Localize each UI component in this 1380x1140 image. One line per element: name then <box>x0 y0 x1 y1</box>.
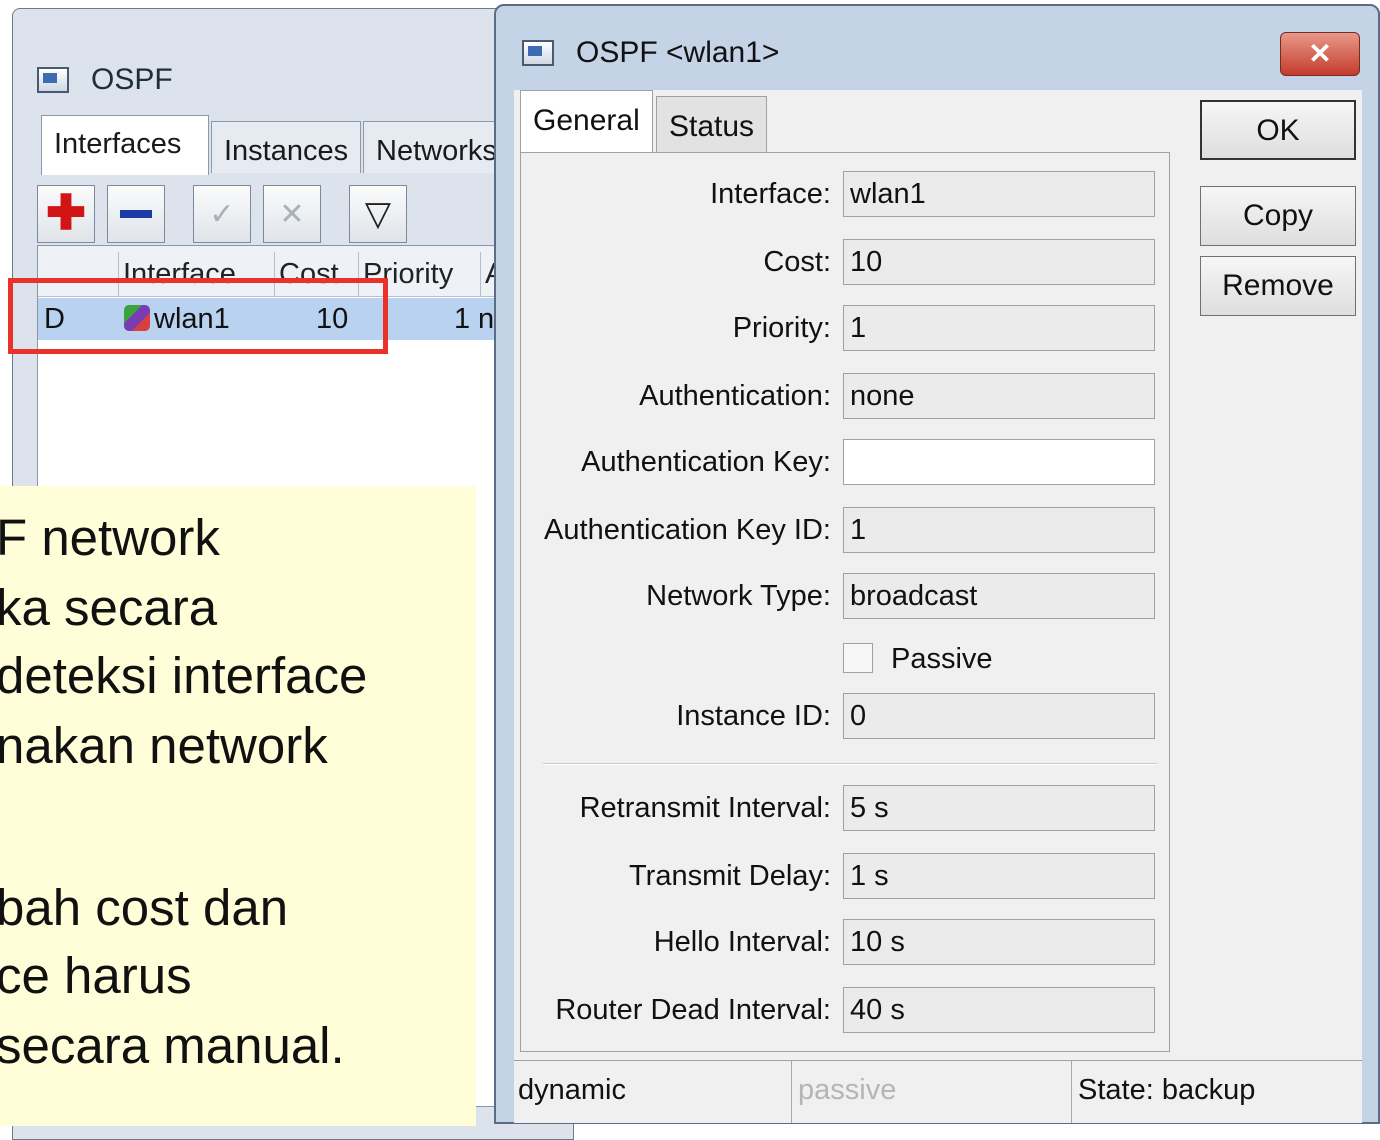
transmit-delay-field[interactable]: 1 s <box>843 853 1155 899</box>
tab-status[interactable]: Status <box>656 96 768 156</box>
authentication-field[interactable]: none <box>843 373 1155 419</box>
note-line-6: bah cost dan <box>0 879 289 936</box>
close-button[interactable]: ✕ <box>1280 32 1360 76</box>
ospf-interface-dialog: OSPF <wlan1> ✕ General Status Interface:… <box>494 4 1380 1124</box>
auth-key-id-field[interactable]: 1 <box>843 507 1155 553</box>
retransmit-interval-field[interactable]: 5 s <box>843 785 1155 831</box>
instance-id-label: Instance ID: <box>676 700 831 732</box>
hello-interval-label: Hello Interval: <box>653 926 831 958</box>
annotation-note: F network ka secara deteksi interface na… <box>0 486 476 1126</box>
auth-key-id-label: Authentication Key ID: <box>544 514 831 546</box>
tab-networks[interactable]: Networks <box>363 121 513 173</box>
instance-id-field[interactable]: 0 <box>843 693 1155 739</box>
row-extra: n <box>478 303 495 335</box>
network-type-label: Network Type: <box>646 580 831 612</box>
check-icon: ✓ <box>209 197 235 231</box>
ok-button[interactable]: OK <box>1200 100 1356 160</box>
status-dynamic: dynamic <box>514 1061 792 1123</box>
status-bar: dynamic passive State: backup <box>514 1060 1362 1123</box>
x-icon: ✕ <box>279 197 305 231</box>
hello-interval-row: Hello Interval: 10 s <box>521 919 1171 965</box>
router-dead-interval-label: Router Dead Interval: <box>555 994 831 1026</box>
passive-checkbox[interactable] <box>843 643 873 673</box>
ospf-window-title: OSPF <box>91 63 173 96</box>
copy-button[interactable]: Copy <box>1200 186 1356 246</box>
enable-button[interactable]: ✓ <box>193 185 251 243</box>
priority-field[interactable]: 1 <box>843 305 1155 351</box>
retransmit-interval-label: Retransmit Interval: <box>579 792 831 824</box>
tab-instances[interactable]: Instances <box>211 121 361 173</box>
disable-button[interactable]: ✕ <box>263 185 321 243</box>
add-button[interactable]: ✚ <box>37 185 95 243</box>
row-priority: 1 <box>454 303 471 335</box>
note-line-1: F network <box>0 509 220 566</box>
cost-label: Cost: <box>763 246 831 278</box>
cost-row: Cost: 10 <box>521 239 1171 285</box>
interface-label: Interface: <box>710 178 831 210</box>
status-state: State: backup <box>1078 1074 1256 1106</box>
window-icon <box>37 67 69 93</box>
network-type-row: Network Type: broadcast <box>521 573 1171 619</box>
hello-interval-field[interactable]: 10 s <box>843 919 1155 965</box>
priority-row: Priority: 1 <box>521 305 1171 351</box>
auth-key-field[interactable] <box>843 439 1155 485</box>
dialog-window-icon <box>522 40 554 66</box>
auth-key-label: Authentication Key: <box>581 446 831 478</box>
note-line-8: secara manual. <box>0 1017 345 1074</box>
plus-icon: ✚ <box>45 187 87 240</box>
interface-row: Interface: wlan1 <box>521 171 1171 217</box>
note-line-2: ka secara <box>0 579 218 636</box>
dialog-body: General Status Interface: wlan1 Cost: 10… <box>514 90 1362 1123</box>
note-line-3: deteksi interface <box>0 647 368 704</box>
priority-label: Priority: <box>732 312 831 344</box>
transmit-delay-label: Transmit Delay: <box>629 860 831 892</box>
auth-key-id-row: Authentication Key ID: 1 <box>521 507 1171 553</box>
auth-key-row: Authentication Key: <box>521 439 1171 485</box>
transmit-delay-row: Transmit Delay: 1 s <box>521 853 1171 899</box>
tab-general[interactable]: General <box>520 90 653 156</box>
filter-icon: ▽ <box>364 195 392 233</box>
note-line-4: nakan network <box>0 717 328 774</box>
authentication-row: Authentication: none <box>521 373 1171 419</box>
passive-label: Passive <box>891 643 993 675</box>
filter-button[interactable]: ▽ <box>349 185 407 243</box>
tab-interfaces[interactable]: Interfaces <box>41 115 209 175</box>
router-dead-interval-field[interactable]: 40 s <box>843 987 1155 1033</box>
highlight-annotation <box>8 278 388 354</box>
dialog-title: OSPF <wlan1> <box>576 36 780 69</box>
cost-field[interactable]: 10 <box>843 239 1155 285</box>
note-line-7: ce harus <box>0 947 192 1004</box>
retransmit-interval-row: Retransmit Interval: 5 s <box>521 785 1171 831</box>
interface-field[interactable]: wlan1 <box>843 171 1155 217</box>
router-dead-interval-row: Router Dead Interval: 40 s <box>521 987 1171 1033</box>
form-divider <box>543 763 1157 765</box>
remove-button[interactable]: Remove <box>1200 256 1356 316</box>
instance-id-row: Instance ID: 0 <box>521 693 1171 739</box>
remove-button[interactable] <box>107 185 165 243</box>
status-passive: passive <box>794 1061 1072 1123</box>
authentication-label: Authentication: <box>639 380 831 412</box>
network-type-field[interactable]: broadcast <box>843 573 1155 619</box>
general-form: Interface: wlan1 Cost: 10 Priority: 1 Au… <box>520 152 1170 1052</box>
minus-icon <box>120 210 152 218</box>
